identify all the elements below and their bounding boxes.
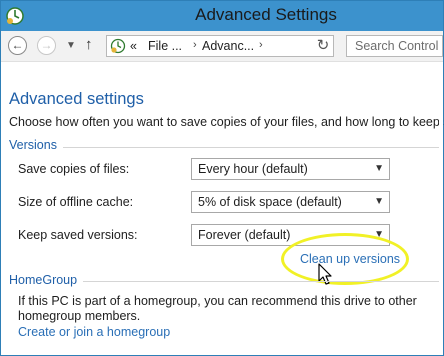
mouse-pointer-icon <box>318 263 332 285</box>
address-bar[interactable]: « File ... › Advanc... › ▼ <box>106 35 406 57</box>
offline-cache-label: Size of offline cache: <box>18 195 134 209</box>
save-copies-dropdown[interactable]: Every hour (default) ▼ <box>191 158 390 180</box>
homegroup-description: If this PC is part of a homegroup, you c… <box>18 294 417 323</box>
forward-arrow-icon[interactable]: → <box>37 36 56 55</box>
title-bar[interactable]: Advanced Settings <box>1 1 443 31</box>
breadcrumb-item-advanced[interactable]: Advanc... <box>202 39 254 53</box>
offline-cache-value: 5% of disk space (default) <box>198 195 342 209</box>
keep-versions-value: Forever (default) <box>198 228 291 242</box>
homegroup-group-label: HomeGroup <box>9 273 84 287</box>
refresh-icon[interactable]: ↻ <box>313 37 333 55</box>
breadcrumb-separator[interactable]: › <box>193 39 197 51</box>
save-copies-value: Every hour (default) <box>198 162 308 176</box>
back-arrow-icon[interactable]: ← <box>8 36 27 55</box>
chevron-down-icon[interactable]: ▼ <box>66 40 76 51</box>
chevron-down-icon: ▼ <box>374 196 384 207</box>
keep-versions-label: Keep saved versions: <box>18 228 138 242</box>
up-arrow-icon[interactable]: ↑ <box>85 36 93 53</box>
clean-up-versions-link[interactable]: Clean up versions <box>300 252 400 266</box>
group-divider <box>9 147 443 148</box>
page-title: Advanced settings <box>9 90 144 108</box>
save-copies-label: Save copies of files: <box>18 162 130 176</box>
breadcrumb-overflow[interactable]: « <box>130 39 137 53</box>
navigation-bar: ← → ▼ ↑ « File ... › Advanc... › ▼ ↻ Sea… <box>1 31 443 62</box>
versions-group-label: Versions <box>9 138 63 152</box>
search-input[interactable]: Search Control <box>346 35 443 57</box>
breadcrumb-item-file[interactable]: File ... <box>148 39 182 53</box>
scrollbar[interactable] <box>439 62 443 355</box>
control-panel-icon <box>110 38 126 54</box>
advanced-settings-window: Advanced Settings ← → ▼ ↑ « File ... › A… <box>0 0 444 356</box>
breadcrumb-separator[interactable]: › <box>259 39 263 51</box>
chevron-down-icon: ▼ <box>374 163 384 174</box>
window-title: Advanced Settings <box>195 5 337 24</box>
offline-cache-dropdown[interactable]: 5% of disk space (default) ▼ <box>191 191 390 213</box>
create-join-homegroup-link[interactable]: Create or join a homegroup <box>18 325 170 339</box>
page-subtitle: Choose how often you want to save copies… <box>9 115 444 129</box>
